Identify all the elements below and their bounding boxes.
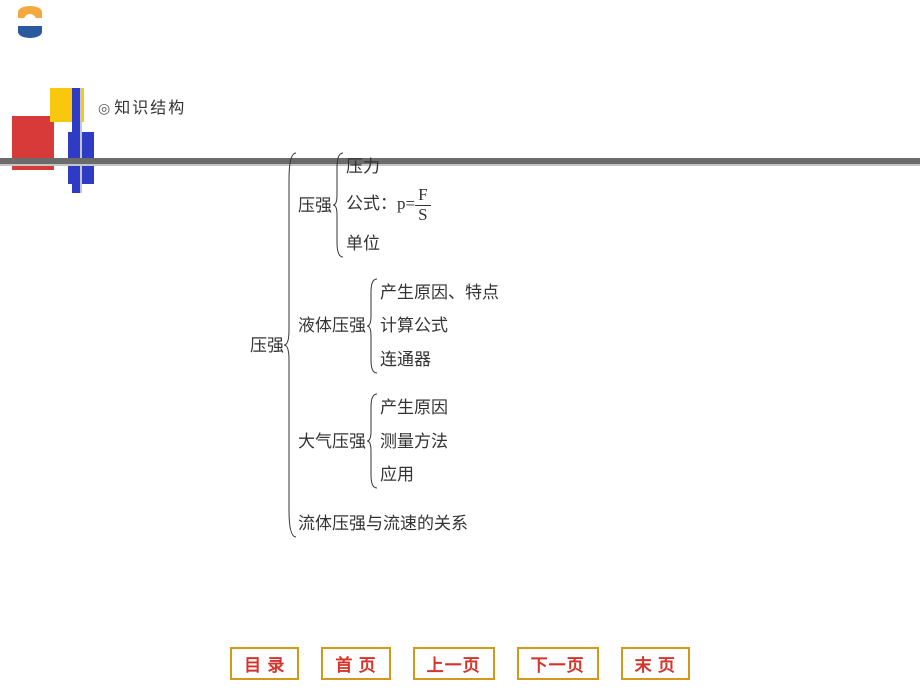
last-page-button[interactable]: 末 页 (621, 647, 690, 680)
slide-title: ◎知识结构 (98, 94, 186, 118)
toc-button[interactable]: 目 录 (230, 647, 299, 680)
section-fluid: 流体压强与流速的关系 (298, 507, 499, 540)
diamond-icon: ◎ (98, 102, 112, 117)
title-ornament (12, 88, 97, 193)
section-liquid: 液体压强 产生原因、特点 计算公式 连通器 (298, 276, 499, 376)
item: 公式：p=FS (346, 184, 431, 226)
app-logo (12, 4, 48, 40)
first-page-button[interactable]: 首 页 (321, 647, 390, 680)
navigation-bar: 目 录 首 页 上一页 下一页 末 页 (0, 647, 920, 680)
concept-map: 压强 压强 压力 公式：p=FS 单位 液体压强 产生原因、特点 (250, 150, 499, 540)
brace-icon (284, 150, 298, 540)
section-atmosphere: 大气压强 产生原因 测量方法 应用 (298, 391, 499, 491)
prev-page-button[interactable]: 上一页 (413, 647, 495, 680)
section-pressure: 压强 压力 公式：p=FS 单位 (298, 150, 499, 260)
item: 压力 (346, 150, 431, 183)
root-label: 压强 (250, 337, 284, 354)
item: 单位 (346, 227, 431, 260)
item: 测量方法 (380, 425, 448, 458)
item: 应用 (380, 458, 448, 491)
item: 产生原因、特点 (380, 276, 499, 309)
item: 连通器 (380, 343, 499, 376)
item: 计算公式 (380, 309, 499, 342)
next-page-button[interactable]: 下一页 (517, 647, 599, 680)
item: 产生原因 (380, 391, 448, 424)
